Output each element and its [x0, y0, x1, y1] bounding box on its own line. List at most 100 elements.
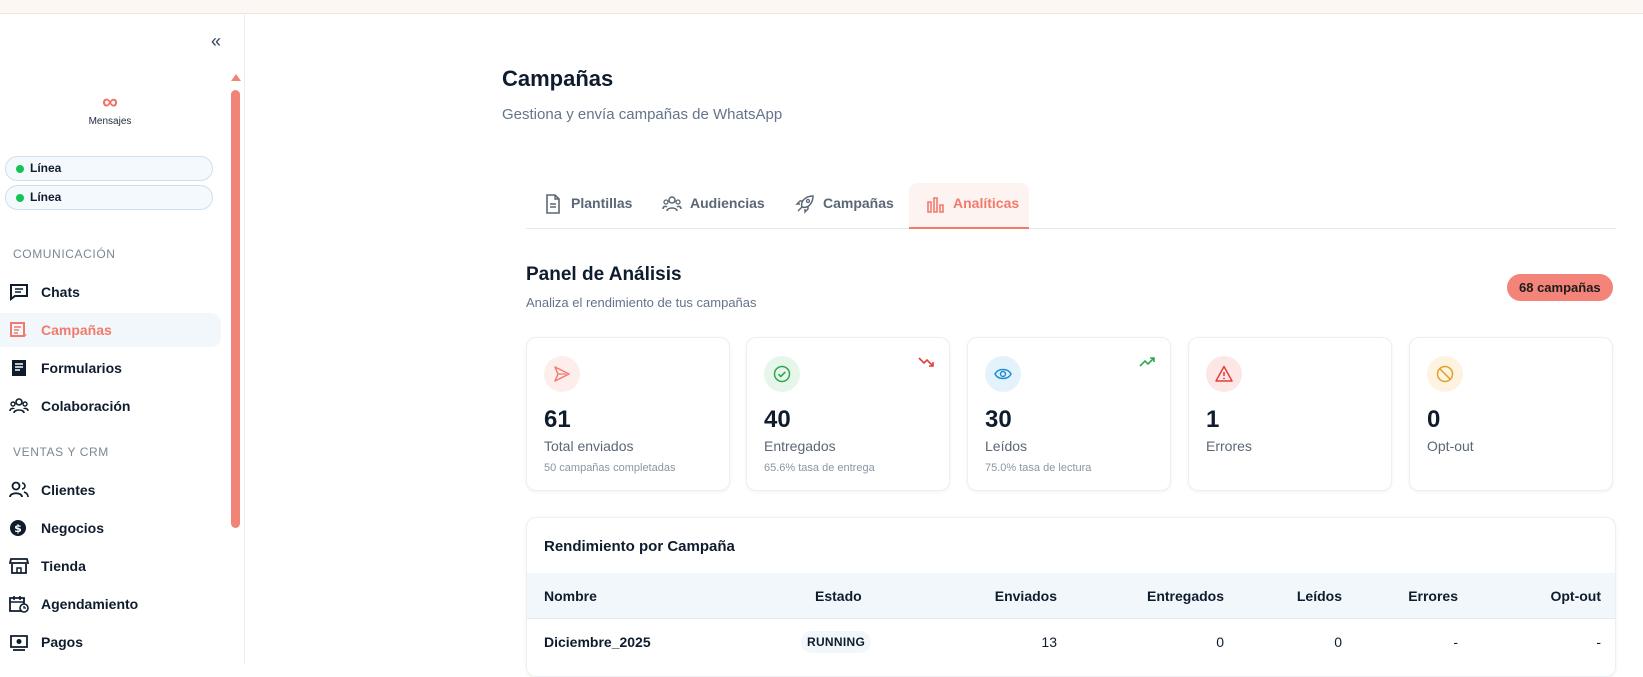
- sidebar-item-label: Agendamiento: [41, 596, 139, 612]
- line-label: Línea: [30, 190, 62, 204]
- sidebar-item-label: Formularios: [41, 360, 122, 376]
- panel-subtitle: Analiza el rendimiento de tus campañas: [526, 295, 757, 310]
- sidebar-item-label: Chats: [41, 284, 80, 300]
- svg-text:$: $: [14, 522, 22, 535]
- online-dot-icon: [16, 194, 24, 202]
- stat-subtext: 50 campañas completadas: [544, 462, 676, 474]
- sidebar-item-pagos[interactable]: Pagos: [0, 625, 221, 659]
- trending-up-icon: [1139, 357, 1155, 367]
- sidebar-item-tienda[interactable]: Tienda: [0, 549, 221, 583]
- sidebar: « ∞ Mensajes Línea Línea COMUNICACIÓN Ch…: [0, 14, 245, 664]
- sidebar-item-chats[interactable]: Chats: [0, 275, 221, 309]
- campaign-count-badge: 68 campañas: [1507, 274, 1613, 301]
- online-dot-icon: [16, 165, 24, 173]
- check-circle-icon: [773, 365, 791, 383]
- cell-enviados: 13: [1041, 634, 1057, 650]
- stat-label: Entregados: [764, 438, 836, 454]
- alert-triangle-icon: [1215, 365, 1233, 382]
- ban-icon-circle: [1427, 356, 1463, 392]
- tab-plantillas[interactable]: Plantillas: [543, 183, 632, 229]
- sidebar-item-colaboracion[interactable]: Colaboración: [0, 389, 221, 423]
- infinity-logo-icon: ∞: [102, 89, 118, 114]
- store-icon: [9, 558, 29, 574]
- line-label: Línea: [30, 161, 62, 175]
- tab-audiencias[interactable]: Audiencias: [662, 183, 765, 229]
- megaphone-list-icon: [10, 322, 27, 337]
- ban-icon: [1436, 365, 1454, 383]
- scroll-up-arrow-icon[interactable]: [231, 74, 241, 81]
- column-header-nombre[interactable]: Nombre: [544, 573, 597, 619]
- sidebar-item-label: Tienda: [41, 558, 86, 574]
- logo-text: Mensajes: [88, 116, 132, 127]
- logo: ∞ Mensajes: [60, 89, 160, 128]
- sidebar-item-clientes[interactable]: Clientes: [0, 473, 221, 507]
- sidebar-item-formularios[interactable]: Formularios: [0, 351, 221, 385]
- table-header-row: Nombre Estado Enviados Entregados Leídos…: [527, 573, 1615, 619]
- table-row[interactable]: Diciembre_2025 RUNNING 13 0 0 - -: [527, 619, 1615, 665]
- column-header-entregados[interactable]: Entregados: [1147, 573, 1224, 619]
- users-icon: [662, 196, 682, 212]
- sidebar-item-negocios[interactable]: $ Negocios: [0, 511, 221, 545]
- table-title: Rendimiento por Campaña: [544, 538, 735, 555]
- sidebar-item-label: Colaboración: [41, 398, 131, 414]
- line-status-1[interactable]: Línea: [5, 156, 213, 181]
- stat-subtext: 65.6% tasa de entrega: [764, 462, 875, 474]
- cell-leidos: 0: [1334, 634, 1342, 650]
- panel-title: Panel de Análisis: [526, 264, 682, 285]
- stat-label: Total enviados: [544, 438, 634, 454]
- column-header-leidos[interactable]: Leídos: [1297, 573, 1342, 619]
- page-subtitle: Gestiona y envía campañas de WhatsApp: [502, 106, 783, 123]
- chevrons-left-icon[interactable]: «: [206, 32, 226, 52]
- line-status-2[interactable]: Línea: [5, 185, 213, 210]
- stat-value: 30: [985, 406, 1012, 433]
- sidebar-item-campanas[interactable]: Campañas: [0, 313, 221, 347]
- users-icon: [9, 481, 29, 498]
- eye-icon-circle: [985, 356, 1021, 392]
- send-icon-circle: [544, 356, 580, 392]
- check-icon-circle: [764, 356, 800, 392]
- column-header-enviados[interactable]: Enviados: [995, 573, 1057, 619]
- tab-bar: Plantillas Audiencias Campañas Analítica…: [526, 183, 1616, 229]
- stat-value: 40: [764, 406, 791, 433]
- cell-opt-out: -: [1596, 634, 1601, 650]
- tab-label: Audiencias: [690, 195, 765, 211]
- tab-label: Analíticas: [953, 195, 1020, 211]
- rocket-icon: [795, 195, 814, 214]
- section-title-ventas: VENTAS Y CRM: [13, 445, 109, 459]
- tab-campanas[interactable]: Campañas: [795, 183, 894, 229]
- form-icon: [12, 360, 26, 376]
- column-header-estado[interactable]: Estado: [815, 573, 862, 619]
- sidebar-item-label: Clientes: [41, 482, 96, 498]
- column-header-opt-out[interactable]: Opt-out: [1550, 573, 1601, 619]
- stat-card-entregados: 40 Entregados 65.6% tasa de entrega: [746, 337, 950, 491]
- stat-card-opt-out: 0 Opt-out: [1409, 337, 1613, 491]
- sidebar-item-label: Negocios: [41, 520, 105, 536]
- page-title: Campañas: [502, 66, 614, 91]
- trending-down-icon: [918, 357, 934, 367]
- tab-label: Plantillas: [571, 195, 633, 211]
- top-banner-strip: [0, 0, 1643, 14]
- file-icon: [546, 194, 560, 214]
- bar-chart-icon: [927, 197, 944, 213]
- stat-value: 0: [1427, 406, 1441, 433]
- alert-icon-circle: [1206, 356, 1242, 392]
- sidebar-scrollbar[interactable]: [231, 90, 240, 528]
- tab-analiticas[interactable]: Analíticas: [909, 183, 1029, 229]
- cell-errores: -: [1453, 634, 1458, 650]
- cell-entregados: 0: [1216, 634, 1224, 650]
- column-header-errores[interactable]: Errores: [1408, 573, 1458, 619]
- status-badge: RUNNING: [801, 631, 872, 653]
- message-square-icon: [10, 284, 28, 301]
- payment-icon: [10, 635, 28, 651]
- stat-label: Leídos: [985, 438, 1028, 454]
- dollar-circle-icon: $: [10, 520, 26, 536]
- stat-card-errores: 1 Errores: [1188, 337, 1392, 491]
- stat-subtext: 75.0% tasa de lectura: [985, 462, 1092, 474]
- sidebar-item-agendamiento[interactable]: Agendamiento: [0, 587, 221, 621]
- send-icon: [554, 366, 570, 382]
- stat-card-total-enviados: 61 Total enviados 50 campañas completada…: [526, 337, 730, 491]
- section-title-comunicacion: COMUNICACIÓN: [13, 247, 116, 261]
- stat-label: Opt-out: [1427, 438, 1474, 454]
- stat-card-leidos: 30 Leídos 75.0% tasa de lectura: [967, 337, 1171, 491]
- eye-icon: [994, 368, 1012, 380]
